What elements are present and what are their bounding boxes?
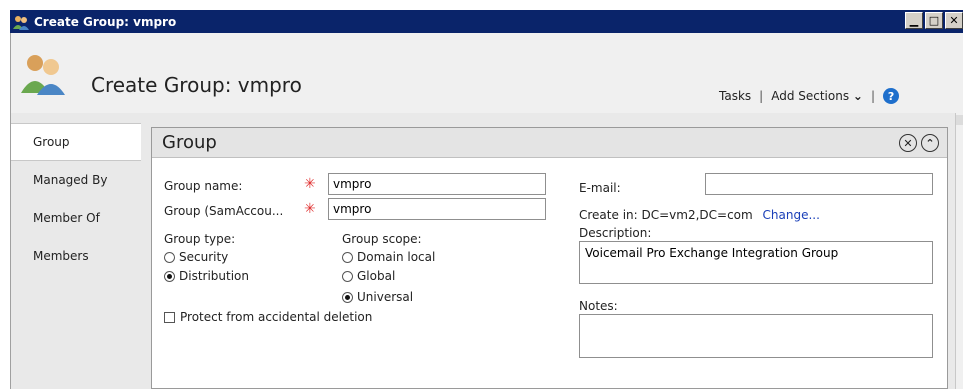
nav-item-label: Members [33, 249, 89, 263]
radio-label: Security [179, 250, 229, 264]
tasks-link[interactable]: Tasks [719, 89, 751, 103]
header-separator-2: | [870, 89, 876, 103]
group-scope-domain-local-radio[interactable]: Domain local [342, 250, 435, 264]
radio-icon [164, 251, 175, 263]
maximize-button[interactable]: □ [925, 12, 943, 29]
radio-label: Global [357, 269, 396, 283]
sam-account-label: Group (SamAccou... [164, 204, 284, 218]
sam-account-input[interactable] [328, 198, 546, 220]
group-icon [12, 14, 30, 30]
email-label: E-mail: [579, 181, 621, 195]
group-large-icon [19, 51, 67, 95]
required-icon: ✳ [304, 176, 316, 192]
radio-icon [342, 270, 353, 282]
window-titlebar: Create Group: vmpro ▁ □ ✕ [10, 10, 963, 33]
group-scope-global-radio[interactable]: Global [342, 269, 395, 283]
radio-label: Distribution [179, 269, 250, 283]
nav-item-member-of[interactable]: Member Of [11, 199, 139, 237]
close-button[interactable]: ✕ [945, 12, 963, 29]
scroll-up-icon[interactable] [956, 115, 963, 125]
add-sections-link[interactable]: Add Sections ⌄ [771, 89, 863, 103]
notes-label: Notes: [579, 299, 618, 313]
page-title: Create Group: vmpro [91, 73, 302, 97]
add-sections-label: Add Sections [771, 89, 850, 103]
group-panel: Group ✕ ⌃ Group name: ✳ Group (SamAccou.… [151, 127, 948, 389]
nav-item-label: Member Of [33, 211, 100, 225]
section-nav: Group Managed By Member Of Members [11, 123, 141, 275]
create-in-label: Create in: [579, 208, 638, 222]
nav-item-members[interactable]: Members [11, 237, 139, 275]
radio-icon [342, 251, 353, 263]
description-input[interactable]: Voicemail Pro Exchange Integration Group [579, 241, 933, 284]
create-in-value: DC=vm2,DC=com [641, 208, 753, 222]
group-scope-universal-radio[interactable]: Universal [342, 290, 413, 304]
group-scope-label: Group scope: [342, 232, 422, 246]
page-header: Create Group: vmpro Tasks | Add Sections… [10, 33, 963, 113]
window-title: Create Group: vmpro [34, 14, 177, 29]
nav-item-managed-by[interactable]: Managed By [11, 161, 139, 199]
close-section-icon[interactable]: ✕ [899, 134, 917, 152]
nav-item-group[interactable]: Group [11, 123, 141, 161]
radio-label: Domain local [357, 250, 436, 264]
group-name-label: Group name: [164, 179, 243, 193]
nav-item-label: Group [33, 135, 70, 149]
group-type-distribution-radio[interactable]: Distribution [164, 269, 249, 283]
group-name-input[interactable] [328, 173, 546, 195]
header-separator: | [759, 89, 764, 103]
nav-item-label: Managed By [33, 173, 108, 187]
group-type-label: Group type: [164, 232, 236, 246]
checkbox-label: Protect from accidental deletion [180, 310, 373, 324]
minimize-button[interactable]: ▁ [905, 12, 923, 29]
email-input[interactable] [705, 173, 933, 195]
checkbox-icon [164, 311, 175, 323]
change-link[interactable]: Change... [763, 208, 820, 222]
help-icon[interactable]: ? [883, 88, 900, 104]
notes-input[interactable] [579, 314, 933, 358]
radio-selected-icon [342, 291, 353, 303]
description-label: Description: [579, 226, 652, 240]
radio-selected-icon [164, 270, 175, 282]
create-in-row: Create in: DC=vm2,DC=com Change... [579, 208, 820, 222]
panel-header: Group ✕ ⌃ [152, 128, 947, 158]
chevron-down-icon: ⌄ [852, 89, 863, 103]
panel-title: Group [162, 132, 217, 153]
content-area: Group Managed By Member Of Members Group… [10, 113, 963, 389]
required-icon: ✳ [304, 201, 316, 217]
radio-label: Universal [357, 290, 414, 304]
collapse-icon[interactable]: ⌃ [921, 134, 939, 152]
protect-deletion-checkbox[interactable]: Protect from accidental deletion [164, 310, 372, 324]
group-type-security-radio[interactable]: Security [164, 250, 228, 264]
vertical-scrollbar[interactable] [955, 113, 963, 389]
